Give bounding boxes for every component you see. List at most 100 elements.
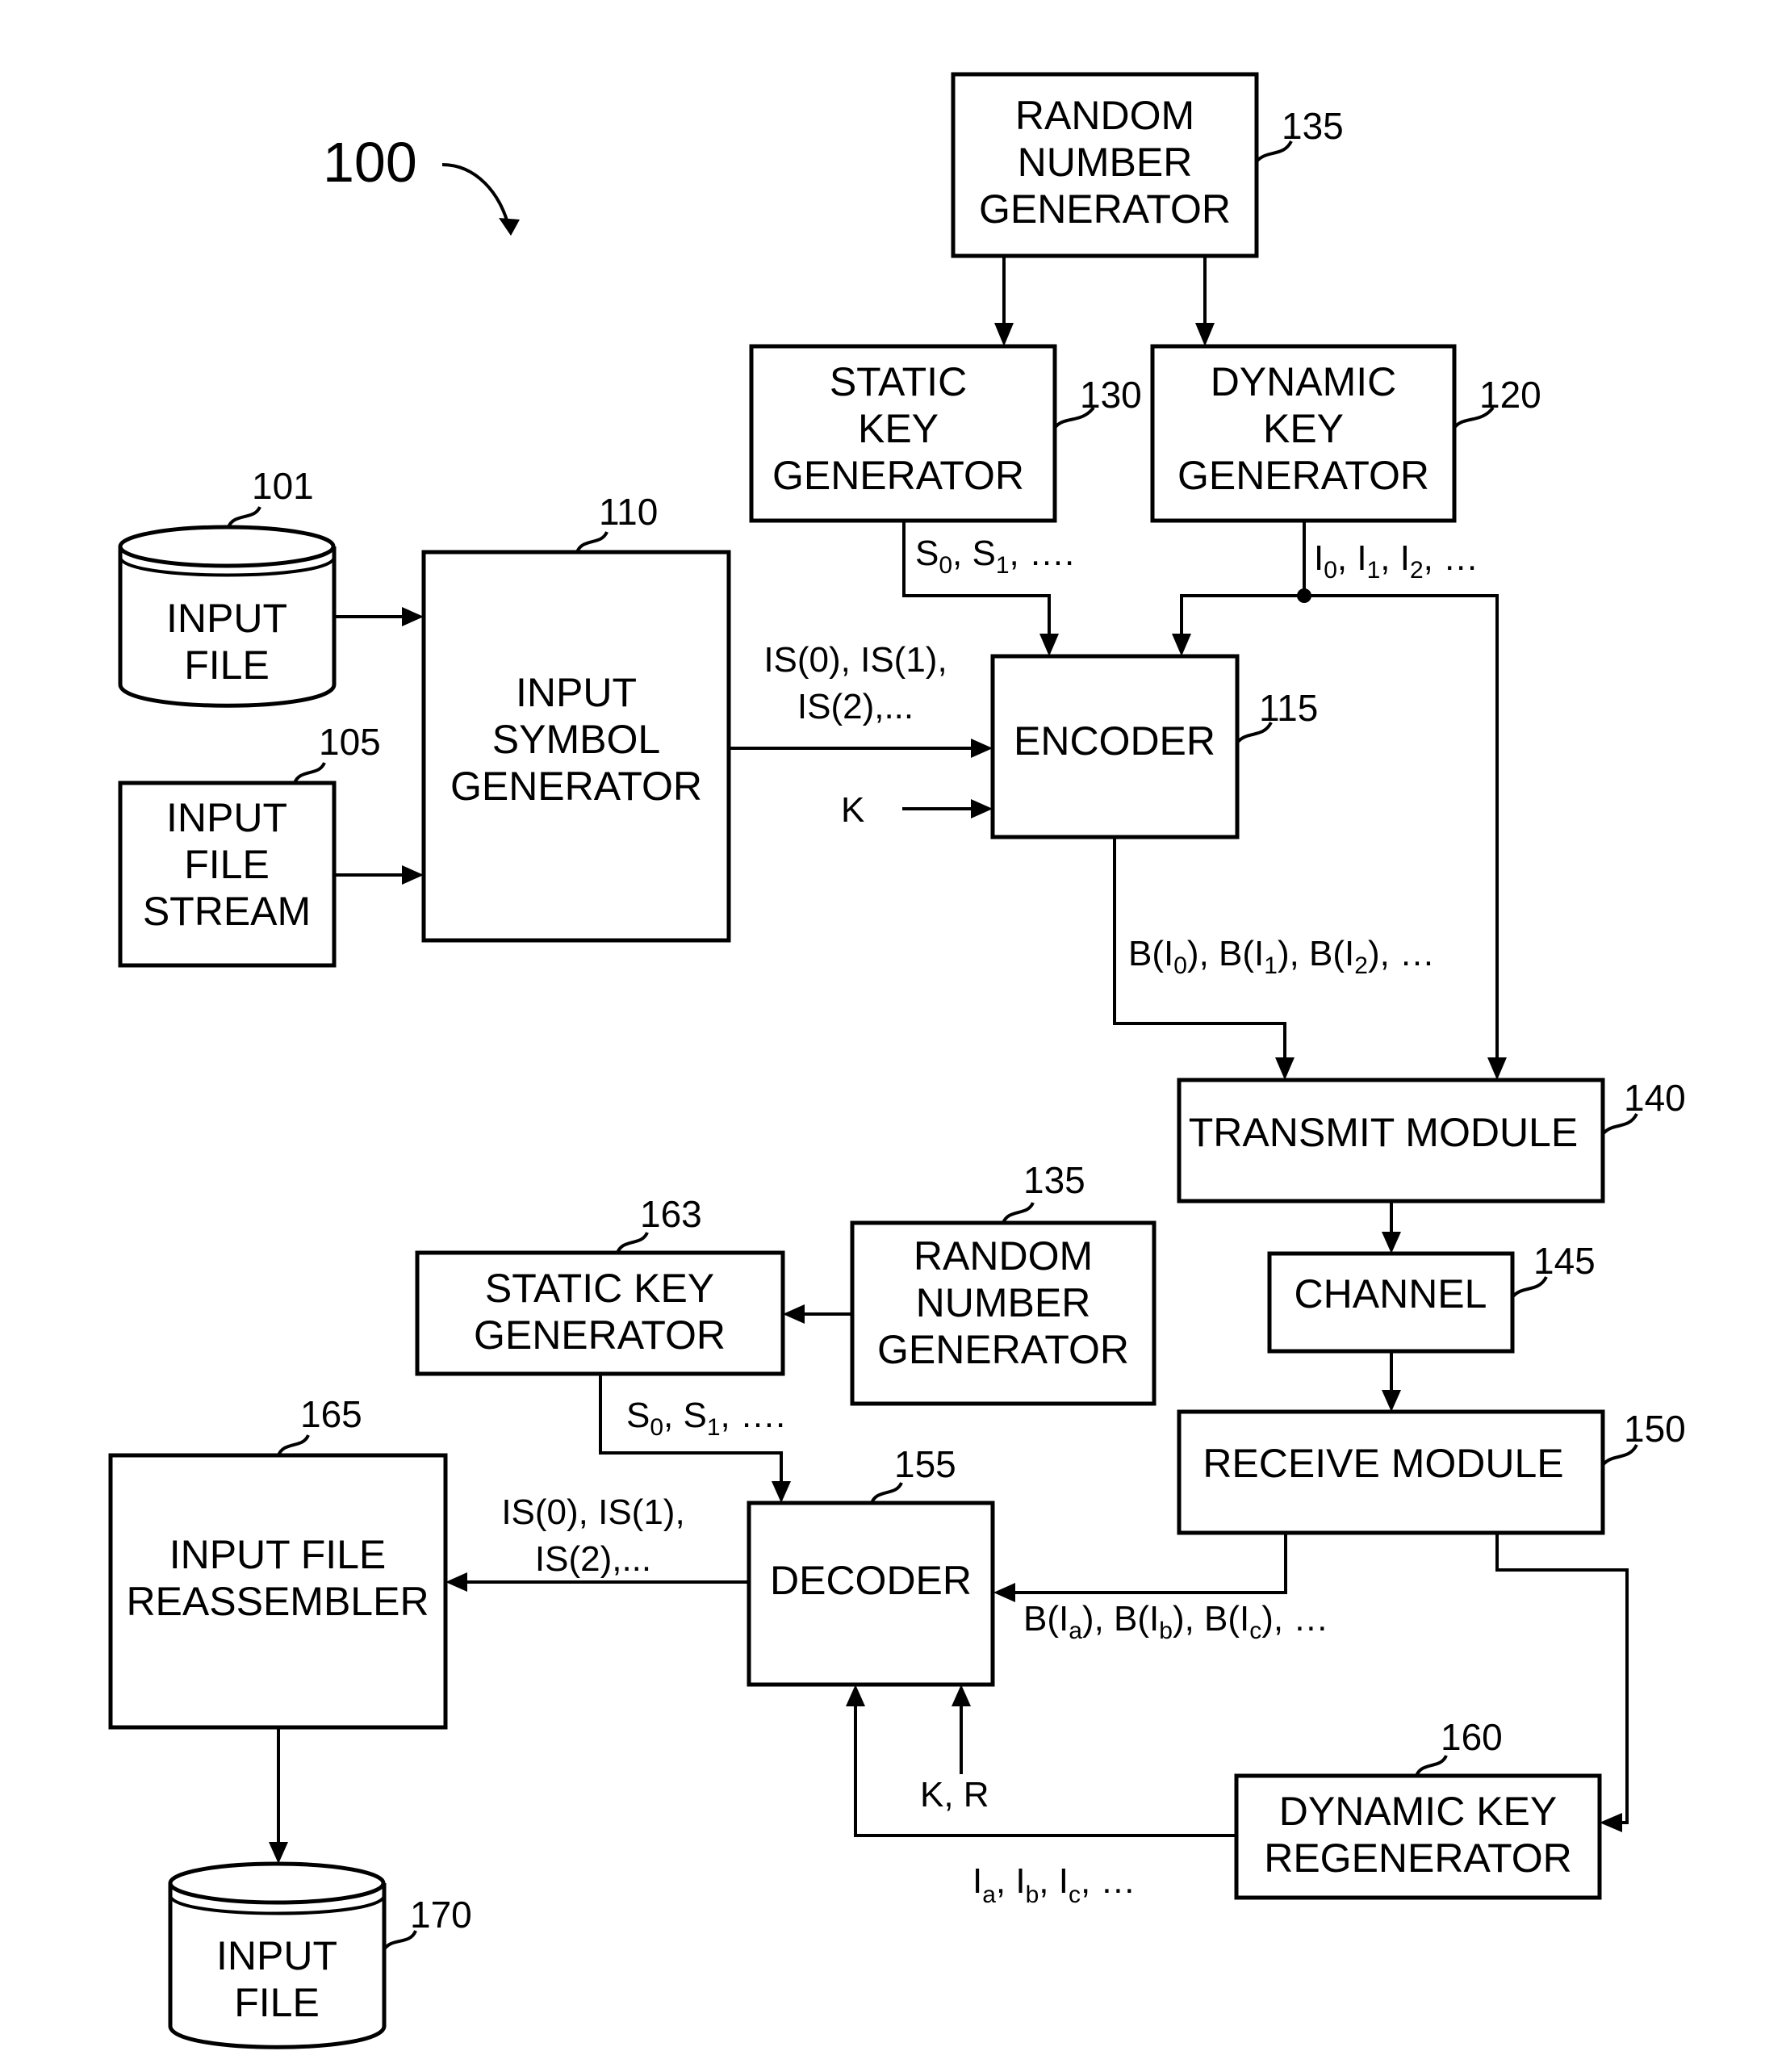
block-label: STATIC KEY — [485, 1266, 714, 1311]
input-symbols-label: IS(0), IS(1), — [763, 640, 947, 680]
ref-leader — [575, 530, 609, 553]
arrowhead — [1487, 1057, 1507, 1080]
input-symbols-bottom-label: IS(2),... — [535, 1539, 651, 1579]
input-symbol-generator: INPUT SYMBOL GENERATOR 110 — [421, 491, 731, 943]
block-label: DYNAMIC KEY — [1279, 1789, 1558, 1834]
k-label: K — [841, 790, 864, 830]
input-symbols-label: IS(2),... — [797, 687, 914, 726]
arrowhead — [402, 865, 424, 885]
ref-leader — [277, 1434, 310, 1456]
input-symbols-bottom-label: IS(0), IS(1), — [501, 1492, 684, 1532]
block-label: NUMBER — [916, 1280, 1091, 1325]
arrowhead — [445, 1572, 467, 1592]
ref-number: 145 — [1533, 1240, 1596, 1282]
block-label: GENERATOR — [474, 1312, 726, 1358]
ref-number: 135 — [1282, 105, 1344, 147]
arrowhead — [772, 1481, 791, 1503]
received-symbols-connector — [1015, 1533, 1287, 1594]
encoder: ENCODER 115 — [990, 654, 1318, 839]
regenerator-to-decoder-connector — [854, 1706, 1236, 1837]
block-label: RANDOM — [1015, 93, 1194, 138]
input-file-bottom: INPUT FILE 170 — [168, 1861, 472, 2049]
dynamic-key-to-transmit — [1304, 594, 1499, 1057]
block-label: GENERATOR — [1177, 453, 1429, 498]
block-label: INPUT — [166, 596, 287, 641]
input-file-top: INPUT FILE 101 — [118, 465, 337, 708]
arrowhead — [952, 1685, 971, 1706]
block-label: GENERATOR — [450, 764, 702, 809]
ref-number: 110 — [599, 491, 658, 533]
block-label: RANDOM — [914, 1233, 1093, 1279]
ref-number: 115 — [1259, 687, 1318, 729]
dynamic-keys-label: I0, I1, I2, … — [1314, 538, 1479, 584]
kr-label: K, R — [920, 1775, 989, 1815]
random-number-generator-top: RANDOM NUMBER GENERATOR 135 — [951, 72, 1344, 258]
input-file-reassembler: INPUT FILE REASSEMBLER 165 — [108, 1393, 448, 1730]
dynamic-key-regenerator: DYNAMIC KEY REGENERATOR 160 — [1234, 1716, 1602, 1900]
arrowhead — [846, 1685, 865, 1706]
ref-number: 120 — [1479, 374, 1541, 416]
block-label: GENERATOR — [877, 1327, 1129, 1372]
block-label: FILE — [184, 842, 270, 887]
block-label: INPUT FILE — [169, 1532, 387, 1577]
arrowhead — [1600, 1813, 1622, 1832]
ref-number: 170 — [410, 1894, 472, 1936]
static-key-generator-bottom: STATIC KEY GENERATOR 163 — [415, 1193, 785, 1376]
block-label: RECEIVE MODULE — [1203, 1441, 1563, 1486]
block-label: REASSEMBLER — [126, 1579, 429, 1624]
block-label: KEY — [1263, 406, 1344, 451]
arrowhead — [1382, 1390, 1401, 1412]
block-label: INPUT — [166, 795, 287, 840]
ref-number: 165 — [300, 1393, 362, 1435]
block-label: DYNAMIC — [1211, 359, 1397, 404]
block-label: KEY — [858, 406, 939, 451]
block-label: NUMBER — [1018, 140, 1193, 185]
ref-number: 150 — [1624, 1408, 1686, 1450]
arrowhead — [402, 607, 424, 626]
ref-number: 155 — [894, 1443, 956, 1485]
block-label: ENCODER — [1014, 718, 1215, 764]
arrowhead — [1275, 1057, 1295, 1080]
received-symbols-label: B(Ia), B(Ib), B(Ic), … — [1023, 1599, 1328, 1644]
ref-leader — [870, 1481, 903, 1504]
ref-leader — [616, 1231, 649, 1254]
static-key-generator: STATIC KEY GENERATOR 130 — [749, 344, 1142, 523]
output-symbols-label: B(I0), B(I1), B(I2), … — [1128, 934, 1435, 979]
arrowhead — [783, 1304, 805, 1324]
dynamic-key-generator: DYNAMIC KEY GENERATOR 120 — [1150, 344, 1541, 523]
static-keys-label: S0, S1, …. — [915, 534, 1074, 579]
figure-pointer-arrowhead — [499, 218, 520, 236]
static-keys-bottom-label: S0, S1, …. — [626, 1396, 785, 1441]
ref-number: 160 — [1441, 1716, 1503, 1758]
block-label: REGENERATOR — [1264, 1835, 1572, 1881]
arrowhead — [1382, 1232, 1401, 1254]
block-label: TRANSMIT MODULE — [1189, 1110, 1578, 1155]
block-label: STREAM — [143, 889, 311, 934]
arrowhead — [971, 799, 993, 818]
figure-pointer-arrow — [441, 163, 510, 227]
ref-number: 140 — [1624, 1077, 1686, 1119]
arrowhead — [1172, 634, 1191, 656]
ref-number: 105 — [319, 721, 381, 763]
block-label: INPUT — [516, 670, 637, 715]
block-label: GENERATOR — [979, 186, 1231, 232]
ref-number: 163 — [640, 1193, 702, 1235]
dynamic-keys-bottom-label: Ia, Ib, Ic, … — [972, 1861, 1136, 1908]
arrowhead — [1195, 323, 1215, 346]
block-label: FILE — [184, 643, 270, 688]
block-label: SYMBOL — [492, 717, 660, 762]
ref-number: 101 — [252, 465, 314, 507]
receive-module: RECEIVE MODULE 150 — [1177, 1408, 1686, 1535]
ref-leader — [1002, 1201, 1035, 1224]
decoder: DECODER 155 — [747, 1443, 995, 1687]
transmit-module: TRANSMIT MODULE 140 — [1177, 1077, 1686, 1203]
ref-leader — [293, 761, 326, 784]
ref-number: 135 — [1023, 1159, 1085, 1201]
block-label: STATIC — [830, 359, 967, 404]
dynamic-key-to-encoder — [1180, 594, 1304, 634]
ref-leader — [227, 505, 261, 528]
figure-number: 100 — [323, 131, 417, 194]
ref-number: 130 — [1080, 374, 1142, 416]
arrowhead — [269, 1842, 288, 1864]
block-label: GENERATOR — [772, 453, 1024, 498]
